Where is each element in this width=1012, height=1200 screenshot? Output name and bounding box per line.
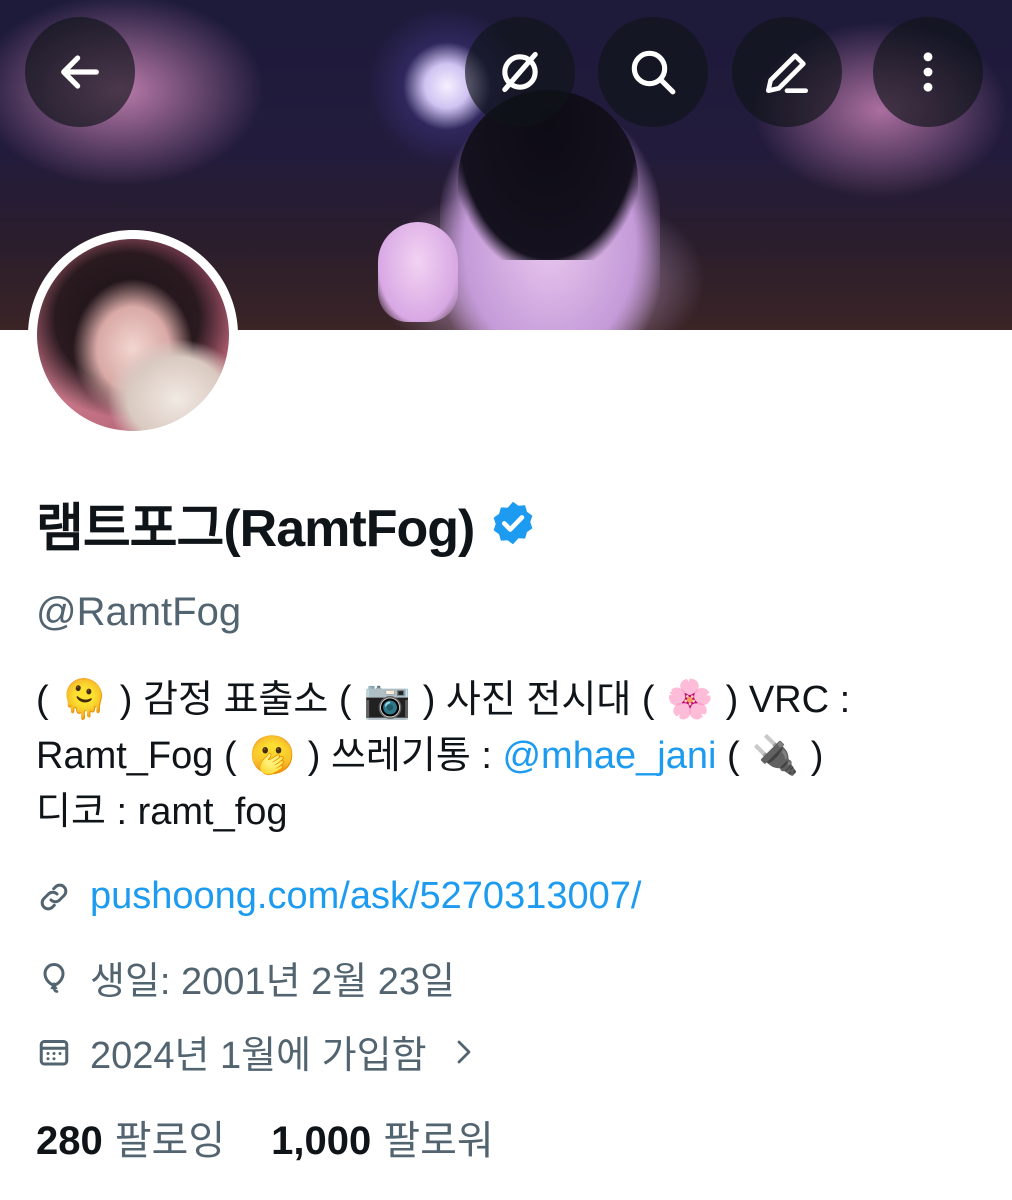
link-icon bbox=[40, 883, 68, 910]
birthday-text: 생일: 2001년 2월 23일 bbox=[90, 961, 455, 1003]
birthday-row: 생일: 2001년 2월 23일 bbox=[36, 950, 455, 1005]
strikethrough-circle-icon bbox=[502, 51, 538, 93]
following-count: 280 bbox=[36, 1119, 103, 1163]
back-button[interactable] bbox=[25, 17, 135, 127]
joined-text: 2024년 1월에 가입함 bbox=[90, 1035, 427, 1077]
website-row: pushoong.com/ask/5270313007/ bbox=[36, 875, 641, 918]
joined-row[interactable]: 2024년 1월에 가입함 bbox=[36, 1024, 479, 1079]
following-label: 팔로잉 bbox=[114, 1119, 226, 1163]
display-name: 램트포그(RamtFog) bbox=[36, 499, 475, 558]
bio-text: ) bbox=[810, 735, 824, 777]
verified-check-icon bbox=[493, 501, 533, 545]
avatar-image bbox=[37, 239, 229, 431]
bio-text: ( bbox=[36, 679, 49, 721]
profile-handle: @RamtFog bbox=[36, 590, 242, 634]
bio-text: ) 감정 표출소 ( bbox=[119, 679, 352, 721]
arrow-left-icon bbox=[61, 55, 99, 89]
cherry-blossom-emoji: 🌸 bbox=[666, 679, 714, 721]
banner-hand bbox=[378, 222, 458, 322]
bio-text: 디코 : ramt_fog bbox=[36, 791, 288, 833]
pencil-icon bbox=[766, 53, 808, 93]
website-link[interactable]: pushoong.com/ask/5270313007/ bbox=[90, 875, 641, 918]
calendar-icon bbox=[39, 1039, 69, 1065]
followers-count: 1,000 bbox=[271, 1119, 372, 1163]
chevron-right-icon bbox=[457, 1040, 470, 1063]
profile-bio: ( 🫠 ) 감정 표출소 ( 📷 ) 사진 전시대 ( 🌸 ) VRC : Ra… bbox=[36, 672, 986, 840]
display-name-row: 램트포그(RamtFog) bbox=[36, 488, 538, 558]
followers-link[interactable]: 1,000 팔로워 bbox=[271, 1108, 494, 1166]
face-with-hand-emoji: 🫢 bbox=[248, 735, 296, 777]
profile-avatar[interactable] bbox=[28, 230, 238, 440]
bio-text: ) 쓰레기통 : bbox=[307, 735, 492, 777]
verified-badge[interactable] bbox=[488, 498, 538, 548]
plug-emoji: 🔌 bbox=[751, 735, 799, 777]
translate-button[interactable] bbox=[465, 17, 575, 127]
following-link[interactable]: 280 팔로잉 bbox=[36, 1108, 225, 1166]
bio-mention-link[interactable]: @mhae_jani bbox=[502, 735, 716, 777]
follow-stats: 280 팔로잉 1,000 팔로워 bbox=[36, 1108, 494, 1166]
edit-button[interactable] bbox=[732, 17, 842, 127]
bio-text: ( bbox=[726, 735, 740, 777]
bio-text: ) 사진 전시대 ( bbox=[422, 679, 655, 721]
balloon-icon bbox=[43, 962, 65, 993]
more-vertical-icon bbox=[923, 52, 933, 92]
more-button[interactable] bbox=[873, 17, 983, 127]
melting-face-emoji: 🫠 bbox=[60, 679, 108, 721]
followers-label: 팔로워 bbox=[383, 1119, 494, 1163]
search-button[interactable] bbox=[598, 17, 708, 127]
camera-emoji: 📷 bbox=[363, 679, 411, 721]
search-icon bbox=[631, 50, 676, 95]
